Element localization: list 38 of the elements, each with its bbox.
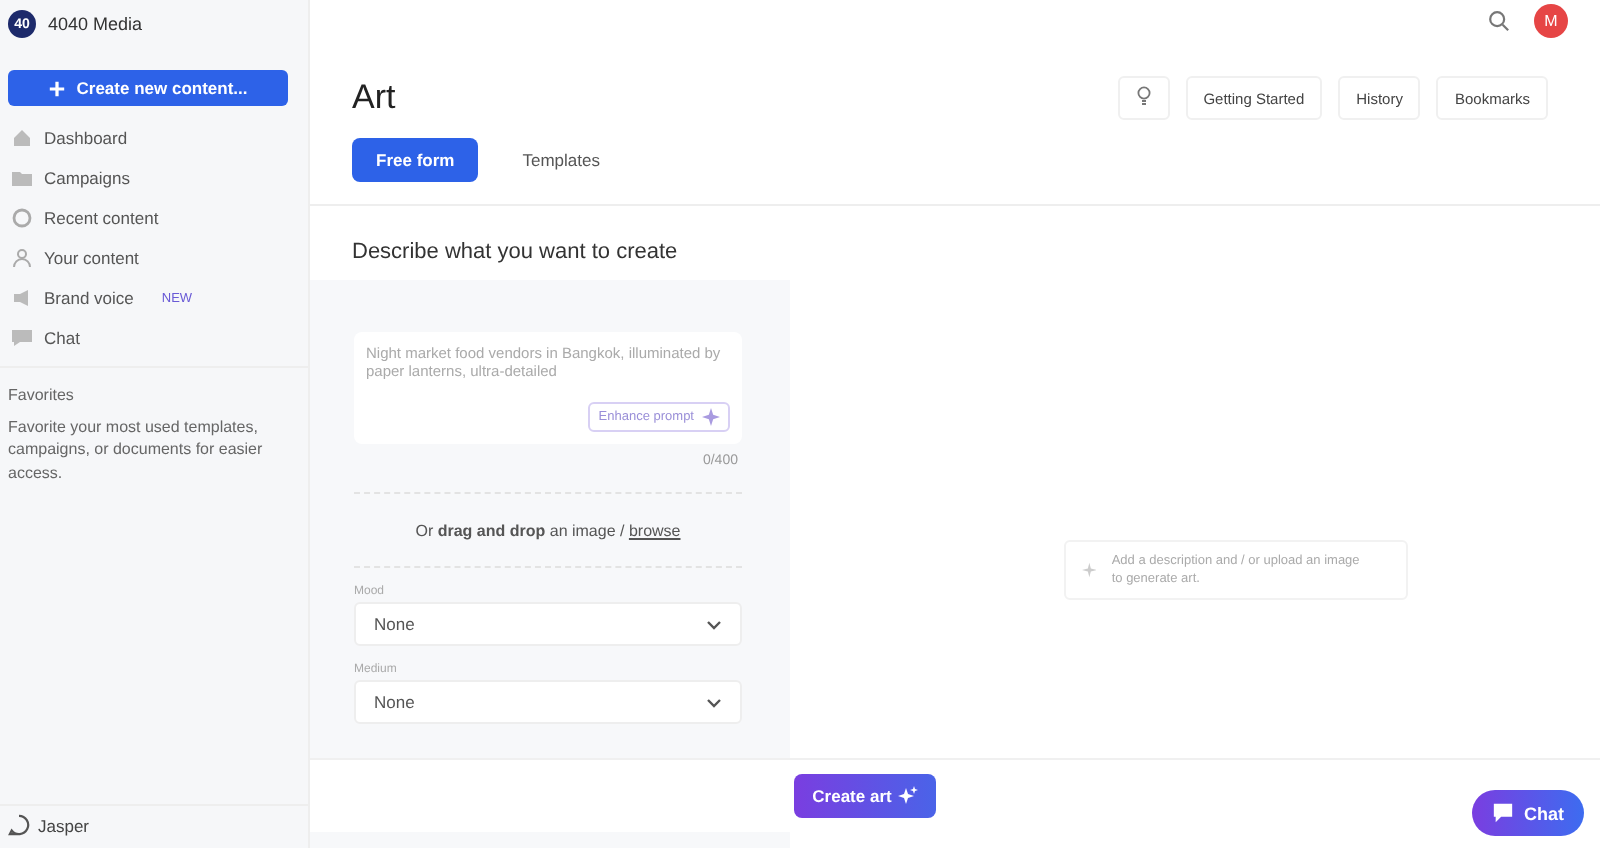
- sparkle-icon: [1081, 560, 1096, 581]
- user-avatar[interactable]: M: [1534, 4, 1568, 38]
- plus-icon: [48, 79, 67, 97]
- chat-button[interactable]: Chat: [1472, 790, 1584, 836]
- sparkle-icon: [702, 408, 720, 426]
- sidebar-item[interactable]: Chat: [0, 318, 308, 358]
- house-icon: [12, 128, 32, 148]
- lightbulb-icon: [1135, 86, 1152, 106]
- section-heading: Describe what you want to create: [350, 238, 680, 268]
- select-dropdown[interactable]: None: [354, 680, 742, 724]
- chevron-down-icon: [706, 619, 722, 629]
- tab[interactable]: Free form: [352, 138, 479, 182]
- page-title: Art: [352, 78, 396, 118]
- folder-icon: [12, 168, 32, 188]
- favorites-heading: Favorites: [8, 384, 76, 408]
- tab[interactable]: Templates: [498, 138, 624, 182]
- upload-dropzone[interactable]: Or drag and drop an image / browse: [354, 492, 742, 568]
- chevron-down-icon: [706, 697, 722, 707]
- create-content-button[interactable]: Create new content...: [8, 70, 288, 106]
- sidebar-item[interactable]: Your content: [0, 238, 308, 278]
- workspace-name: 4040 Media: [48, 14, 143, 34]
- chat-icon: [12, 328, 32, 348]
- person-icon: [12, 248, 32, 268]
- brand-name: Jasper: [38, 815, 90, 835]
- sparkle-icon: [897, 786, 918, 806]
- chat-bubble-icon: [1492, 802, 1514, 824]
- speaker-icon: [12, 288, 32, 308]
- dropzone-text: Or drag and drop an image / browse: [415, 521, 681, 539]
- browse-link[interactable]: browse: [628, 521, 681, 539]
- tips-button[interactable]: [1117, 76, 1170, 120]
- sidebar-item[interactable]: Dashboard: [0, 118, 308, 158]
- logo-icon: [8, 814, 30, 836]
- create-art-button[interactable]: Create art: [794, 774, 936, 818]
- select-dropdown[interactable]: None: [354, 602, 742, 646]
- sidebar-item[interactable]: Recent content: [0, 198, 308, 238]
- favorites-text: Favorite your most used templates, campaigns, or documents for easier access.: [8, 415, 265, 485]
- search-icon[interactable]: [1488, 10, 1510, 32]
- sidebar-item[interactable]: Campaigns: [0, 158, 308, 198]
